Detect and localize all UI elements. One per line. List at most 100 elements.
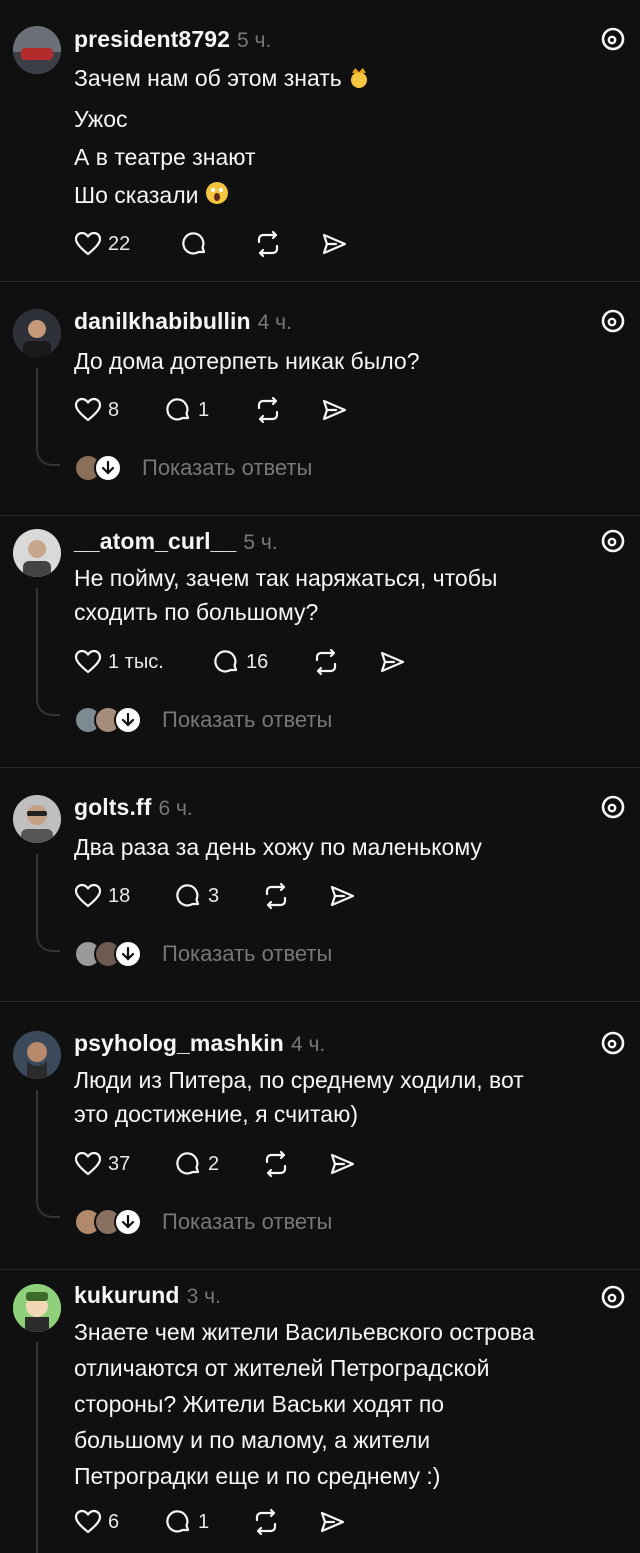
comment-post: golts.ff 6 ч. Два раза за день хожу по м… [0,768,640,1002]
arrow-down-icon [114,706,142,734]
comment-button[interactable]: 1 [164,1508,252,1536]
show-replies-button[interactable]: Показать ответы [74,703,332,737]
thread-line [36,1090,38,1202]
post-text-line: Два раза за день хожу по маленькому [74,834,482,860]
post-text-line: Не пойму, зачем так наряжаться, чтобы [74,565,498,591]
username[interactable]: danilkhabibullin [74,308,251,335]
avatar[interactable] [13,1284,61,1332]
share-icon [322,399,347,421]
post-text-line: Зачем нам об этом знать [74,65,342,91]
repost-icon [257,230,279,258]
show-replies-button[interactable]: Показать ответы [74,451,312,485]
post-text-line: стороны? Жители Васьки ходят по [74,1391,445,1417]
post-text-line: большому и по малому, а жители [74,1427,431,1453]
timestamp: 4 ч. [257,311,292,334]
comment-button[interactable]: 16 [212,648,312,676]
like-button[interactable]: 22 [74,230,180,258]
post-text-line: отличаются от жителей Петроградской [74,1355,490,1381]
thread-line [36,1200,60,1218]
thread-line [36,934,60,952]
timestamp: 4 ч. [290,1033,326,1056]
share-button[interactable] [320,396,348,424]
heart-icon [74,397,102,422]
threads-logo-icon[interactable] [600,1284,626,1310]
threads-logo-icon[interactable] [600,794,626,820]
like-button[interactable]: 6 [74,1508,164,1536]
thread-line [36,698,60,716]
thread-line [36,368,38,450]
show-replies-label[interactable]: Показать ответы [142,455,312,481]
username[interactable]: __atom_curl__ [74,528,236,555]
arrow-down-icon [94,454,122,482]
share-button[interactable] [328,882,356,910]
post-text-line: сходить по большому? [74,599,319,625]
share-icon [330,885,355,907]
comment-button[interactable] [180,230,254,258]
post-text-line: это достижение, я считаю) [74,1101,358,1127]
avatar[interactable] [13,1031,61,1079]
show-replies-button[interactable]: Показать ответы [74,937,332,971]
show-replies-button[interactable]: Показать ответы [74,1205,332,1239]
threads-logo-icon[interactable] [600,1030,626,1056]
post-text-line: Люди из Питера, по среднему ходили, вот [74,1067,524,1093]
like-count: 37 [108,1152,131,1175]
username[interactable]: kukurund [74,1282,180,1309]
thread-line [36,448,60,466]
comment-icon [214,650,238,673]
repost-button[interactable] [262,1150,328,1178]
avatar[interactable] [13,795,61,843]
comment-count: 1 [198,398,210,421]
share-button[interactable] [328,1150,356,1178]
comment-post: kukurund 3 ч. Знаете чем жители Васильев… [0,1270,640,1553]
username[interactable]: president8792 [74,26,230,53]
avatar[interactable] [13,309,61,357]
comment-count: 16 [246,650,269,673]
share-button[interactable] [320,230,348,258]
repost-button[interactable] [254,230,320,258]
like-count: 8 [108,398,120,421]
timestamp: 5 ч. [237,29,272,52]
like-button[interactable]: 18 [74,882,174,910]
repost-icon [255,1508,277,1536]
show-replies-label[interactable]: Показать ответы [162,941,332,967]
heart-icon [74,883,102,908]
comment-button[interactable]: 1 [164,396,254,424]
comment-icon [176,884,200,907]
avatar[interactable] [13,529,61,577]
show-replies-label[interactable]: Показать ответы [162,1209,332,1235]
show-replies-label[interactable]: Показать ответы [162,707,332,733]
repost-icon [265,882,287,910]
comment-button[interactable]: 3 [174,882,262,910]
comment-post: psyholog_mashkin 4 ч. Люди из Питера, по… [0,1002,640,1270]
like-button[interactable]: 37 [74,1150,174,1178]
like-count: 6 [108,1510,120,1533]
repost-button[interactable] [262,882,328,910]
comment-post: danilkhabibullin 4 ч. До дома дотерпеть … [0,282,640,516]
post-text-line: Знаете чем жители Васильевского острова [74,1319,535,1345]
share-button[interactable] [318,1508,346,1536]
avatar[interactable] [13,26,61,74]
repost-button[interactable] [252,1508,318,1536]
share-icon [380,651,405,673]
heart-icon [74,1151,102,1176]
thread-line [36,588,38,700]
repost-button[interactable] [254,396,320,424]
like-button[interactable]: 8 [74,396,164,424]
scream-emoji-icon [204,179,230,217]
comment-count: 3 [208,884,220,907]
timestamp: 3 ч. [186,1285,221,1308]
threads-logo-icon[interactable] [600,26,626,52]
like-count: 18 [108,884,131,907]
threads-logo-icon[interactable] [600,528,626,554]
comment-count: 2 [208,1152,220,1175]
post-text-line: Ужос [74,106,128,132]
arrow-down-icon [114,940,142,968]
username[interactable]: golts.ff [74,794,151,821]
threads-logo-icon[interactable] [600,308,626,334]
repost-button[interactable] [312,648,378,676]
comment-button[interactable]: 2 [174,1150,262,1178]
like-button[interactable]: 1 тыс. [74,648,212,676]
username[interactable]: psyholog_mashkin [74,1030,284,1057]
share-button[interactable] [378,648,406,676]
post-text-line: А в театре знают [74,144,256,170]
